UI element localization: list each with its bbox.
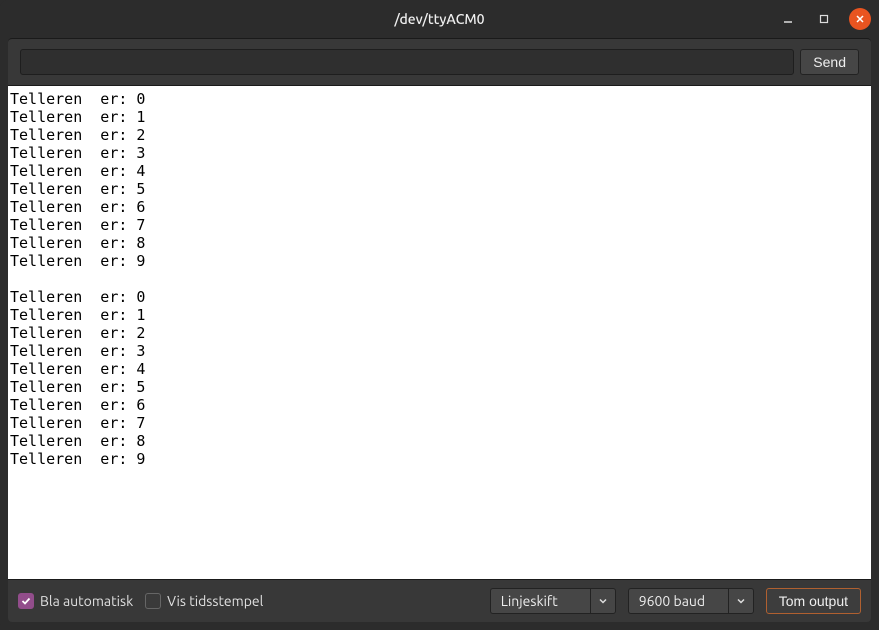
autoscroll-checkbox[interactable]: Bla automatisk xyxy=(18,593,133,609)
serial-output[interactable]: Telleren er: 0 Telleren er: 1 Telleren e… xyxy=(8,86,871,579)
window-title: /dev/ttyACM0 xyxy=(394,11,484,27)
minimize-button[interactable] xyxy=(777,8,799,30)
line-ending-select[interactable]: Linjeskift xyxy=(490,588,616,614)
window-controls xyxy=(777,0,871,38)
chevron-down-icon xyxy=(728,588,754,614)
timestamp-checkbox[interactable]: Vis tidsstempel xyxy=(145,593,263,609)
send-button[interactable]: Send xyxy=(800,49,859,75)
statusbar: Bla automatisk Vis tidsstempel Linjeskif… xyxy=(8,579,871,622)
timestamp-label: Vis tidsstempel xyxy=(167,593,263,609)
autoscroll-label: Bla automatisk xyxy=(40,593,133,609)
baud-rate-value: 9600 baud xyxy=(628,588,728,614)
chevron-down-icon xyxy=(590,588,616,614)
baud-rate-select[interactable]: 9600 baud xyxy=(628,588,754,614)
titlebar: /dev/ttyACM0 xyxy=(0,0,879,38)
check-icon xyxy=(145,593,161,609)
maximize-button[interactable] xyxy=(813,8,835,30)
close-button[interactable] xyxy=(849,8,871,30)
send-toolbar: Send xyxy=(8,38,871,86)
serial-input[interactable] xyxy=(20,49,794,75)
serial-monitor-window: /dev/ttyACM0 Send Telleren er: 0 Tellere… xyxy=(0,0,879,630)
clear-output-button[interactable]: Tom output xyxy=(766,588,861,614)
line-ending-value: Linjeskift xyxy=(490,588,590,614)
check-icon xyxy=(18,593,34,609)
